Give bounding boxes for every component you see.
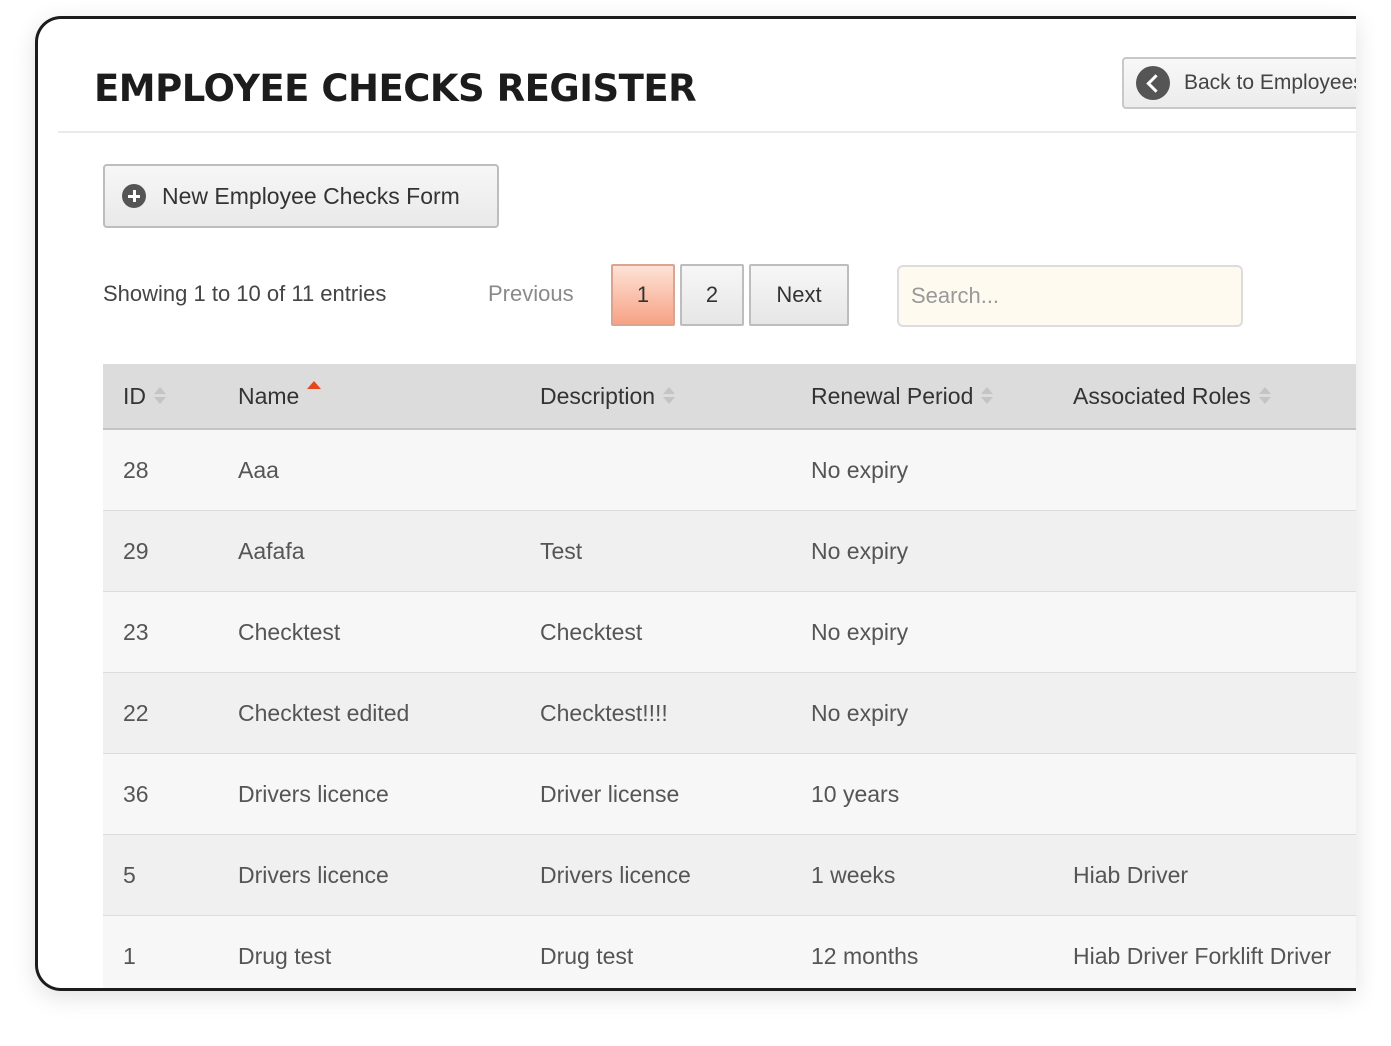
cell-description: Checktest!!!! bbox=[540, 699, 668, 726]
cell-description: Driver license bbox=[540, 780, 680, 807]
column-header-description[interactable]: Description bbox=[540, 364, 676, 428]
cell-name: Checktest bbox=[238, 618, 341, 645]
table-row[interactable]: 36 Drivers licence Driver license 10 yea… bbox=[103, 754, 1356, 835]
cell-description: Drug test bbox=[540, 942, 634, 969]
column-header-renewal-period[interactable]: Renewal Period bbox=[811, 364, 994, 428]
cell-renewal-period: 12 months bbox=[811, 942, 919, 969]
app-window: EMPLOYEE CHECKS REGISTER Back to Employe… bbox=[35, 16, 1356, 991]
pagination-page-2[interactable]: 2 bbox=[680, 264, 744, 326]
cell-id: 36 bbox=[123, 780, 149, 807]
pagination-next[interactable]: Next bbox=[749, 264, 849, 326]
cell-renewal-period: No expiry bbox=[811, 537, 909, 564]
cell-renewal-period: No expiry bbox=[811, 618, 909, 645]
cell-id: 23 bbox=[123, 618, 149, 645]
column-header-associated-roles[interactable]: Associated Roles bbox=[1073, 364, 1271, 428]
cell-associated-roles: Hiab Driver Forklift Driver bbox=[1073, 942, 1332, 969]
cell-name: Aaa bbox=[238, 456, 279, 483]
chevron-left-circle-icon bbox=[1136, 66, 1170, 100]
cell-name: Drivers licence bbox=[238, 861, 389, 888]
cell-description: Drivers licence bbox=[540, 861, 691, 888]
plus-circle-icon bbox=[122, 184, 146, 208]
back-button-label: Back to Employees bbox=[1184, 71, 1356, 94]
cell-associated-roles: Hiab Driver bbox=[1073, 861, 1189, 888]
table-row[interactable]: 28 Aaa No expiry bbox=[103, 430, 1356, 511]
cell-id: 29 bbox=[123, 537, 149, 564]
cell-renewal-period: No expiry bbox=[811, 456, 909, 483]
table-row[interactable]: 5 Drivers licence Drivers licence 1 week… bbox=[103, 835, 1356, 916]
pagination-page-1[interactable]: 1 bbox=[611, 264, 675, 326]
new-employee-checks-form-button[interactable]: New Employee Checks Form bbox=[103, 164, 499, 228]
sort-icon bbox=[981, 386, 994, 406]
cell-name: Drug test bbox=[238, 942, 332, 969]
column-header-id[interactable]: ID bbox=[123, 364, 166, 428]
new-form-label: New Employee Checks Form bbox=[162, 182, 460, 209]
cell-renewal-period: 1 weeks bbox=[811, 861, 896, 888]
cell-id: 28 bbox=[123, 456, 149, 483]
sort-ascending-icon bbox=[307, 378, 322, 398]
cell-name: Aafafa bbox=[238, 537, 305, 564]
column-header-name[interactable]: Name bbox=[238, 364, 322, 428]
sort-icon bbox=[154, 386, 166, 406]
cell-description: Test bbox=[540, 537, 583, 564]
page-title: EMPLOYEE CHECKS REGISTER bbox=[94, 67, 697, 110]
pagination-previous[interactable]: Previous bbox=[488, 281, 574, 307]
cell-id: 1 bbox=[123, 942, 136, 969]
checks-table: ID Name Description Renewal Period Assoc… bbox=[103, 364, 1356, 988]
table-header: ID Name Description Renewal Period Assoc… bbox=[103, 364, 1356, 430]
header-divider bbox=[58, 131, 1356, 133]
sort-icon bbox=[663, 386, 676, 406]
cell-id: 22 bbox=[123, 699, 149, 726]
table-row[interactable]: 23 Checktest Checktest No expiry bbox=[103, 592, 1356, 673]
table-row[interactable]: 1 Drug test Drug test 12 months Hiab Dri… bbox=[103, 916, 1356, 988]
search-input[interactable] bbox=[897, 265, 1243, 327]
back-to-employees-button[interactable]: Back to Employees bbox=[1122, 57, 1356, 109]
cell-name: Checktest edited bbox=[238, 699, 410, 726]
table-row[interactable]: 22 Checktest edited Checktest!!!! No exp… bbox=[103, 673, 1356, 754]
cell-description: Checktest bbox=[540, 618, 643, 645]
cell-renewal-period: 10 years bbox=[811, 780, 900, 807]
cell-id: 5 bbox=[123, 861, 136, 888]
table-row[interactable]: 29 Aafafa Test No expiry bbox=[103, 511, 1356, 592]
sort-icon bbox=[1258, 386, 1271, 406]
cell-renewal-period: No expiry bbox=[811, 699, 909, 726]
cell-name: Drivers licence bbox=[238, 780, 389, 807]
entries-info: Showing 1 to 10 of 11 entries bbox=[103, 281, 387, 306]
